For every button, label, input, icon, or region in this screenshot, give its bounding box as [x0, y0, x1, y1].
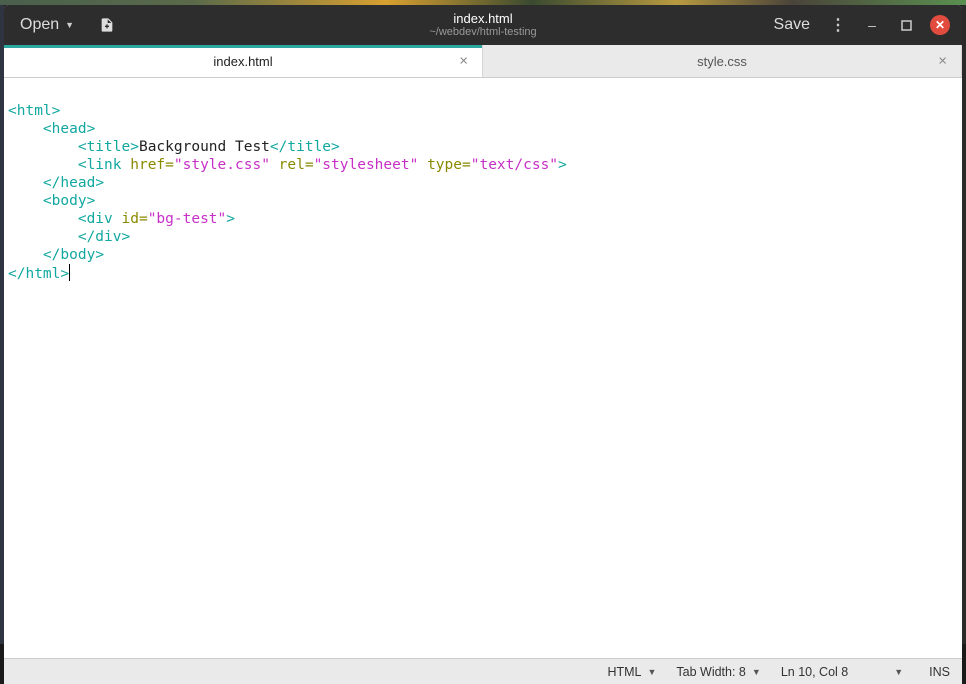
code-string: "stylesheet" [314, 157, 419, 173]
kebab-icon: ⋮ [830, 15, 846, 35]
code-token: > [558, 157, 567, 173]
position-label: Ln 10, Col 8 [781, 665, 848, 679]
code-attr: href= [122, 157, 174, 173]
tab-bar: index.html × style.css × [4, 45, 962, 78]
header-bar: Open ▼ index.html ~/webdev/html-testing … [4, 5, 962, 45]
save-label: Save [774, 16, 810, 33]
new-document-icon [99, 17, 115, 33]
close-button[interactable]: ✕ [930, 15, 950, 35]
chevron-down-icon: ▼ [894, 667, 903, 677]
code-token: > [130, 139, 139, 155]
code-token: <div [78, 211, 113, 227]
code-token: > [226, 211, 235, 227]
tab-style-css[interactable]: style.css × [483, 45, 962, 77]
code-token: <head [43, 121, 87, 137]
tab-index-html[interactable]: index.html × [4, 45, 483, 77]
code-token: <link [78, 157, 122, 173]
code-text: Background Test [139, 139, 270, 155]
minimize-button[interactable]: – [856, 11, 888, 39]
code-editor[interactable]: <html> <head> <title>Background Test</ti… [4, 78, 962, 658]
insert-mode-indicator[interactable]: INS [929, 665, 950, 679]
window-subtitle: ~/webdev/html-testing [429, 26, 536, 38]
minimize-icon: – [868, 17, 876, 33]
language-label: HTML [607, 665, 641, 679]
code-token: > [60, 266, 69, 282]
text-cursor [69, 264, 70, 281]
code-token: > [95, 247, 104, 263]
code-token: > [87, 121, 96, 137]
tab-close-button[interactable]: × [938, 54, 947, 69]
code-token: </html [8, 266, 60, 282]
hamburger-menu-button[interactable]: ⋮ [822, 11, 854, 39]
maximize-button[interactable] [890, 11, 922, 39]
open-button[interactable]: Open ▼ [10, 12, 84, 38]
editor-window: Open ▼ index.html ~/webdev/html-testing … [4, 5, 962, 684]
cursor-position[interactable]: Ln 10, Col 8 ▼ [781, 665, 903, 679]
code-token: > [87, 193, 96, 209]
code-token: > [95, 175, 104, 191]
code-string: "text/css" [471, 157, 558, 173]
code-token: <body [43, 193, 87, 209]
tab-width-label: Tab Width: 8 [676, 665, 745, 679]
code-token: > [122, 229, 131, 245]
desktop-right-edge [962, 5, 966, 644]
code-attr: id= [113, 211, 148, 227]
chevron-down-icon: ▼ [65, 20, 74, 30]
close-icon: ✕ [935, 18, 945, 32]
status-bar: HTML ▼ Tab Width: 8 ▼ Ln 10, Col 8 ▼ INS [4, 658, 962, 684]
tab-width-selector[interactable]: Tab Width: 8 ▼ [676, 665, 760, 679]
mode-label: INS [929, 665, 950, 679]
code-attr: rel= [270, 157, 314, 173]
open-label: Open [20, 16, 59, 34]
maximize-icon [901, 20, 912, 31]
tab-label: style.css [697, 54, 747, 69]
code-token: </div [78, 229, 122, 245]
code-token: </head [43, 175, 95, 191]
code-token: </body [43, 247, 95, 263]
code-string: "bg-test" [148, 211, 227, 227]
language-selector[interactable]: HTML ▼ [607, 665, 656, 679]
window-title: index.html [429, 12, 536, 26]
save-button[interactable]: Save [764, 12, 820, 38]
code-token: > [52, 103, 61, 119]
tab-close-button[interactable]: × [459, 54, 468, 69]
tab-label: index.html [213, 54, 272, 69]
chevron-down-icon: ▼ [752, 667, 761, 677]
new-document-button[interactable] [92, 10, 122, 40]
code-token: </title [270, 139, 331, 155]
code-token: <html [8, 103, 52, 119]
code-token: <title [78, 139, 130, 155]
header-right-controls: Save ⋮ – ✕ [764, 5, 956, 45]
code-attr: type= [418, 157, 470, 173]
title-block: index.html ~/webdev/html-testing [429, 12, 536, 38]
code-string: "style.css" [174, 157, 270, 173]
code-token: > [331, 139, 340, 155]
chevron-down-icon: ▼ [647, 667, 656, 677]
